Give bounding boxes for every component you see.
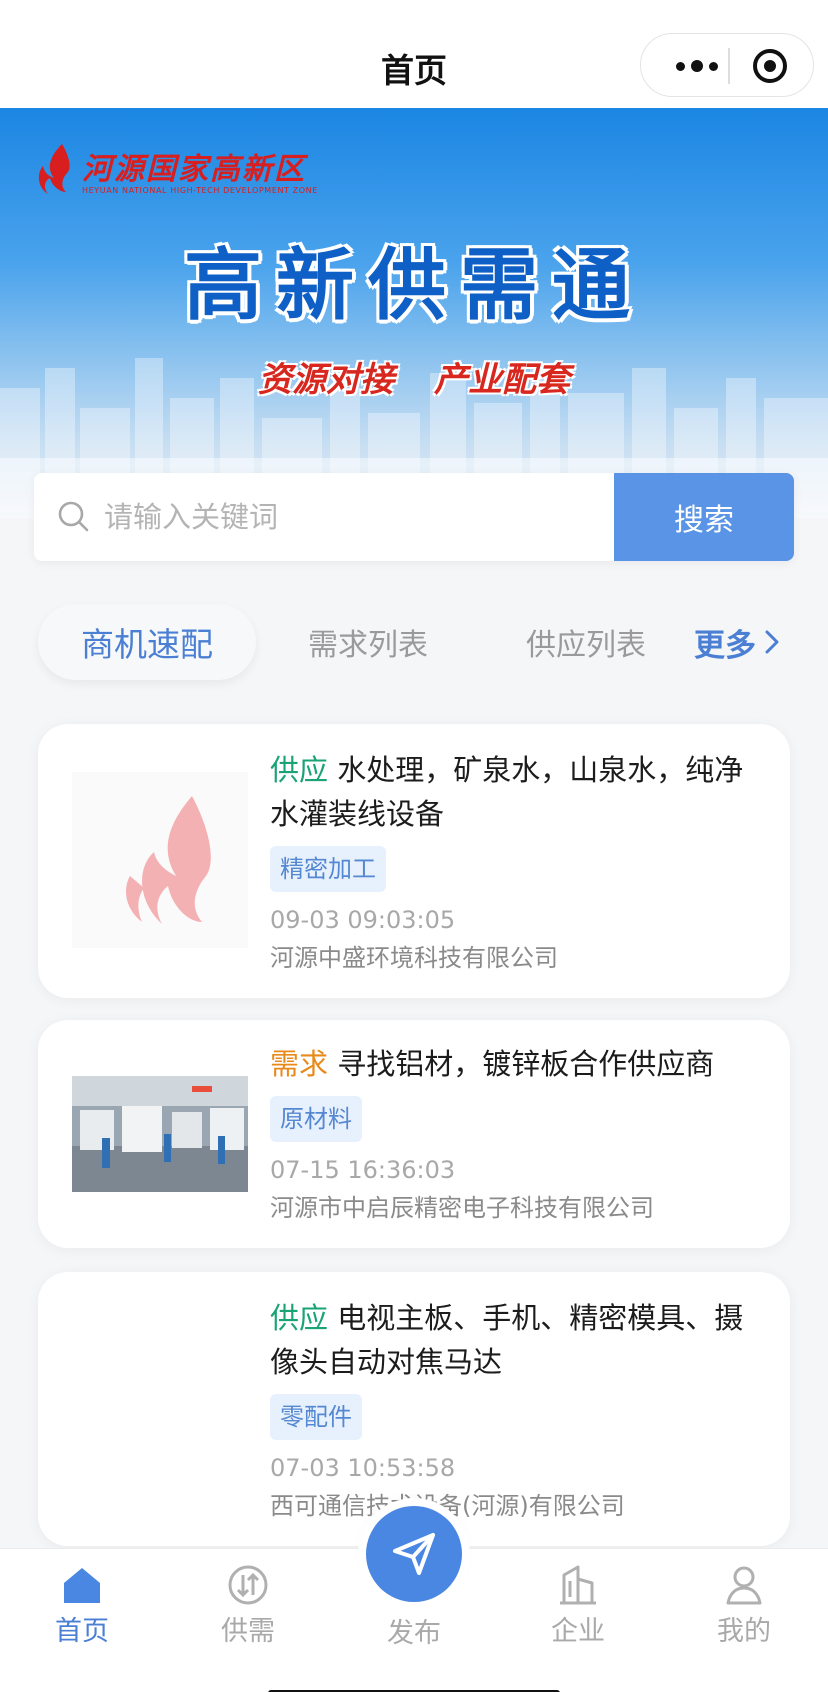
category-tag: 精密加工 (270, 846, 386, 892)
search-input[interactable] (104, 473, 644, 561)
listing-kind-supply: 供应 (270, 1301, 329, 1335)
tabbar-supply-demand[interactable]: 供需 (188, 1563, 308, 1648)
listing-card[interactable]: 供应 水处理，矿泉水，山泉水，纯净水灌装线设备 精密加工 09-03 09:03… (38, 724, 790, 998)
listing-company: 河源市中启辰精密电子科技有限公司 (270, 1194, 654, 1222)
banner-title: 高新供需通 (183, 240, 644, 331)
tabbar-home[interactable]: 首页 (22, 1563, 142, 1648)
listing-body: 供应 电视主板、手机、精密模具、摄像头自动对焦马达 零配件 07-03 10:5… (270, 1296, 760, 1526)
navigation-bar: 首页 (0, 0, 828, 108)
listing-title-text: 水处理，矿泉水，山泉水，纯净水灌装线设备 (270, 753, 744, 831)
publish-button[interactable] (366, 1506, 462, 1602)
more-link[interactable]: 更多 (694, 604, 780, 680)
banner-subtitle-right: 产业配套 (434, 360, 570, 400)
flame-logo-icon (38, 144, 70, 194)
close-target-icon[interactable] (753, 49, 787, 83)
listing-body: 需求 寻找铝材，镀锌板合作供应商 原材料 07-15 16:36:03 河源市中… (270, 1042, 760, 1228)
listing-title: 供应 水处理，矿泉水，山泉水，纯净水灌装线设备 (270, 748, 760, 836)
search-icon (58, 501, 89, 532)
listing-thumbnail (72, 772, 248, 948)
tabbar-enterprise[interactable]: 企业 (518, 1563, 638, 1648)
listing-card[interactable]: 需求 寻找铝材，镀锌板合作供应商 原材料 07-15 16:36:03 河源市中… (38, 1020, 790, 1248)
banner-subtitle-left: 资源对接 (258, 360, 394, 400)
listing-company: 河源中盛环境科技有限公司 (270, 944, 558, 972)
listing-thumbnail (72, 1320, 248, 1496)
more-dots-icon[interactable] (667, 34, 727, 98)
listing-title: 供应 电视主板、手机、精密模具、摄像头自动对焦马达 (270, 1296, 760, 1384)
factory-photo (72, 1076, 248, 1192)
listing-kind-demand: 需求 (270, 1047, 329, 1081)
supply-demand-icon (228, 1565, 268, 1605)
search-bar: 搜索 (34, 473, 794, 561)
tabbar-publish[interactable]: 发布 (354, 1611, 474, 1650)
capsule-divider (728, 48, 730, 84)
building-icon (560, 1565, 596, 1605)
listing-time: 09-03 09:03:05 (270, 906, 456, 934)
home-icon (64, 1568, 100, 1603)
paper-plane-icon (393, 1533, 435, 1575)
listing-time: 07-15 16:36:03 (270, 1156, 456, 1184)
category-tag: 零配件 (270, 1394, 362, 1440)
tabbar-publish-label: 发布 (387, 1618, 441, 1649)
listing-title: 需求 寻找铝材，镀锌板合作供应商 (270, 1042, 760, 1086)
tab-demand-list[interactable]: 需求列表 (268, 604, 468, 680)
logo-chinese-text: 河源国家高新区 (82, 151, 306, 187)
tabbar-mine[interactable]: 我的 (684, 1563, 804, 1648)
tabbar-supply-demand-label: 供需 (221, 1616, 275, 1647)
listing-card[interactable]: 供应 电视主板、手机、精密模具、摄像头自动对焦马达 零配件 07-03 10:5… (38, 1272, 790, 1546)
hero-banner: 河源国家高新区 HEYUAN NATIONAL HIGH-TECH DEVELO… (0, 108, 828, 518)
miniprogram-capsule (640, 33, 814, 97)
listing-kind-supply: 供应 (270, 753, 329, 787)
listing-time: 07-03 10:53:58 (270, 1454, 456, 1482)
tab-supply-list[interactable]: 供应列表 (486, 604, 686, 680)
tabbar-enterprise-label: 企业 (551, 1616, 605, 1647)
tab-opportunity-match[interactable]: 商机速配 (38, 604, 256, 680)
heyuan-logo: 河源国家高新区 HEYUAN NATIONAL HIGH-TECH DEVELO… (32, 142, 318, 196)
listing-title-text: 寻找铝材，镀锌板合作供应商 (337, 1047, 715, 1081)
logo-english-text: HEYUAN NATIONAL HIGH-TECH DEVELOPMENT ZO… (82, 185, 318, 195)
listing-title-text: 电视主板、手机、精密模具、摄像头自动对焦马达 (270, 1301, 744, 1379)
search-button[interactable]: 搜索 (614, 473, 794, 561)
chevron-right-icon (765, 630, 779, 654)
category-tabs: 商机速配 需求列表 供应列表 更多 (0, 604, 828, 680)
placeholder-logo-icon (126, 796, 211, 924)
banner-subtitle: 资源对接 产业配套 (0, 352, 828, 401)
user-icon (726, 1566, 762, 1605)
listing-body: 供应 水处理，矿泉水，山泉水，纯净水灌装线设备 精密加工 09-03 09:03… (270, 748, 760, 978)
more-label: 更多 (694, 627, 756, 664)
listing-company: 西可通信技术设备(河源)有限公司 (270, 1492, 625, 1520)
tabbar-home-label: 首页 (55, 1616, 109, 1647)
category-tag: 原材料 (270, 1096, 362, 1142)
tabbar-mine-label: 我的 (717, 1616, 771, 1647)
